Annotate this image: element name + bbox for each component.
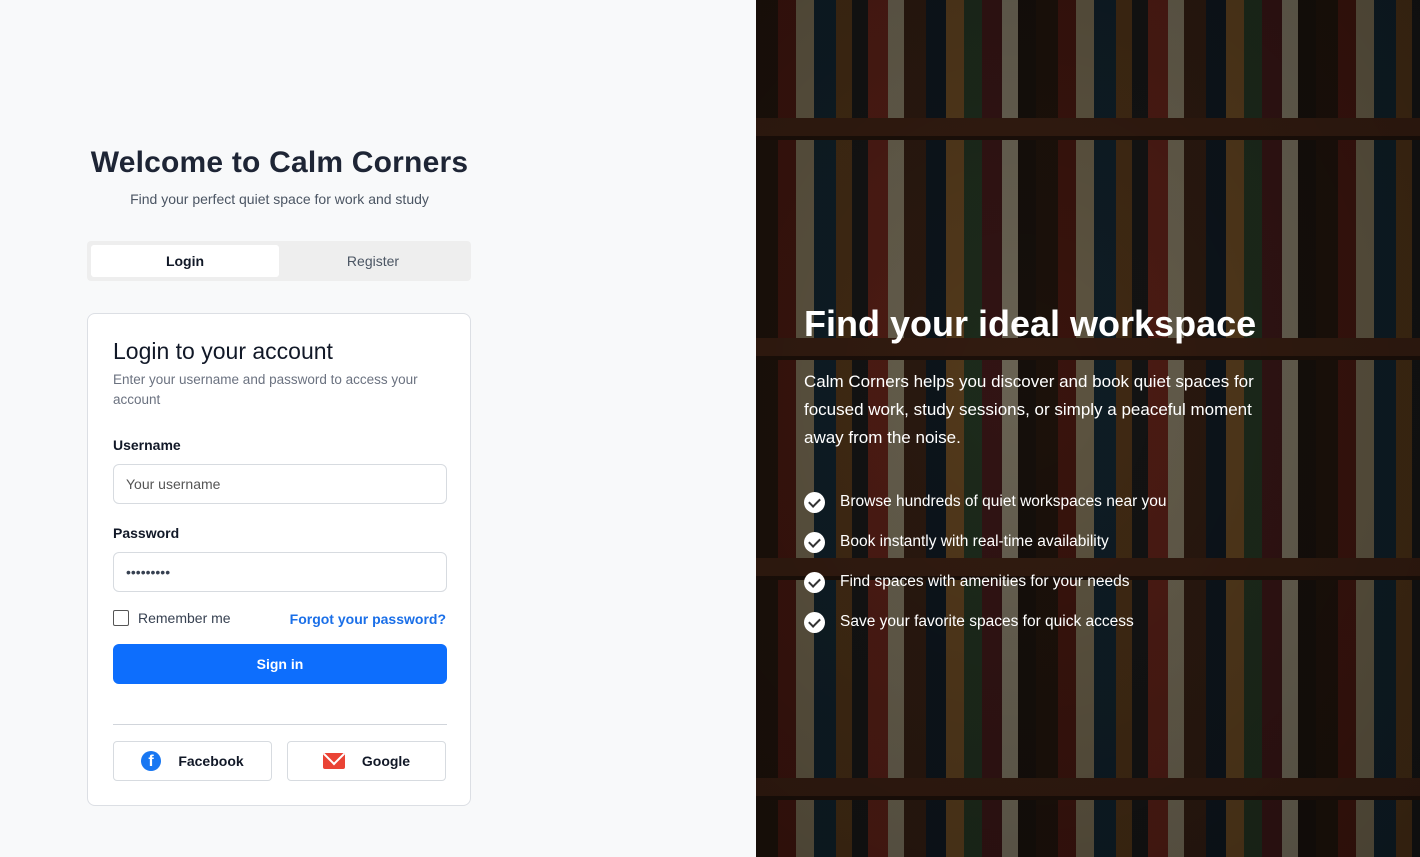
check-circle-icon <box>804 491 825 513</box>
auth-panel: Welcome to Calm Corners Find your perfec… <box>0 0 756 857</box>
remember-me-checkbox[interactable] <box>113 610 129 626</box>
list-item: Book instantly with real-time availabili… <box>804 522 1167 562</box>
auth-tabs: Login Register <box>87 241 471 281</box>
password-label: Password <box>113 525 180 541</box>
username-label: Username <box>113 437 181 453</box>
tab-register[interactable]: Register <box>279 245 467 277</box>
feature-text: Save your favorite spaces for quick acce… <box>840 613 1134 630</box>
list-item: Save your favorite spaces for quick acce… <box>804 602 1167 642</box>
remember-me-label: Remember me <box>138 610 231 626</box>
facebook-label: Facebook <box>178 753 244 769</box>
google-label: Google <box>361 753 411 769</box>
hero-description: Calm Corners helps you discover and book… <box>804 372 1254 447</box>
feature-list: Browse hundreds of quiet workspaces near… <box>804 482 1167 642</box>
divider <box>113 724 447 725</box>
facebook-icon <box>141 751 162 771</box>
remember-me[interactable]: Remember me <box>113 610 231 626</box>
check-circle-icon <box>804 611 825 633</box>
tab-login[interactable]: Login <box>91 245 279 277</box>
sign-in-button[interactable]: Sign in <box>113 644 447 684</box>
login-card-title: Login to your account <box>113 338 333 364</box>
password-input[interactable] <box>113 552 447 592</box>
google-login-button[interactable]: Google <box>287 741 446 781</box>
hero-title: Find your ideal workspace <box>804 303 1257 344</box>
page-title: Welcome to Calm Corners <box>90 146 469 179</box>
feature-text: Browse hundreds of quiet workspaces near… <box>840 493 1167 510</box>
list-item: Find spaces with amenities for your need… <box>804 562 1167 602</box>
feature-text: Find spaces with amenities for your need… <box>840 573 1130 590</box>
list-item: Browse hundreds of quiet workspaces near… <box>804 482 1167 522</box>
gmail-icon <box>322 753 345 769</box>
username-input[interactable] <box>113 464 447 504</box>
login-card-description: Enter your username and password to acce… <box>113 372 418 407</box>
page-subtitle: Find your perfect quiet space for work a… <box>130 191 429 207</box>
facebook-login-button[interactable]: Facebook <box>113 741 272 781</box>
forgot-password-link[interactable]: Forgot your password? <box>290 611 446 627</box>
check-circle-icon <box>804 531 825 553</box>
feature-text: Book instantly with real-time availabili… <box>840 533 1109 550</box>
check-circle-icon <box>804 571 825 593</box>
hero-panel: Find your ideal workspace Calm Corners h… <box>756 0 1420 857</box>
login-card: Login to your account Enter your usernam… <box>87 313 471 806</box>
